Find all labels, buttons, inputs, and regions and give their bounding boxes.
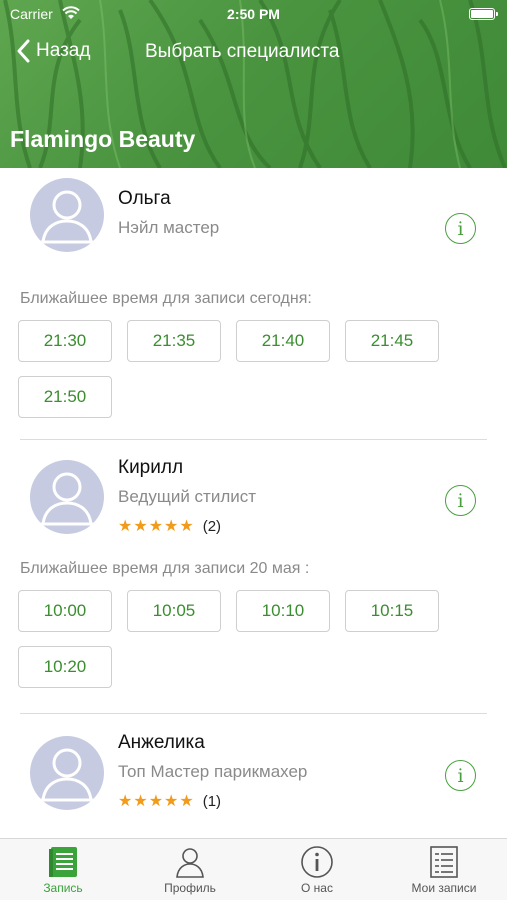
rating: ★★★★★ (2) (118, 516, 221, 536)
tab-label: Профиль (164, 881, 216, 895)
rating-count: (1) (202, 792, 222, 810)
avatar (30, 178, 104, 252)
person-placeholder-icon (40, 748, 94, 802)
info-icon[interactable]: i (445, 485, 476, 516)
specialist-card[interactable]: Анжелика Топ Мастер парикмахер ★★★★★ (1)… (0, 714, 507, 838)
profile-icon (176, 848, 204, 878)
specialist-name: Ольга (118, 188, 171, 209)
header: Carrier 2:50 PM Назад Выбрать специалист… (0, 0, 507, 168)
battery-icon (469, 8, 498, 20)
info-icon[interactable]: i (445, 760, 476, 791)
tab-about[interactable]: О нас (254, 839, 380, 900)
rating-stars: ★★★★★ (118, 793, 195, 810)
time-slot[interactable]: 21:45 (345, 320, 439, 362)
salon-name: Flamingo Beauty (10, 126, 196, 152)
time-slot[interactable]: 21:40 (236, 320, 330, 362)
tab-bar: Запись Профиль О нас Мои записи (0, 838, 507, 900)
time-slot[interactable]: 10:10 (236, 590, 330, 632)
status-bar: Carrier 2:50 PM (0, 0, 507, 30)
specialist-card[interactable]: Кирилл Ведущий стилист ★★★★★ (2) i Ближа… (0, 440, 507, 714)
list-icon (430, 846, 458, 878)
time-slot[interactable]: 10:15 (345, 590, 439, 632)
time-slot[interactable]: 10:05 (127, 590, 221, 632)
time-slot[interactable]: 10:00 (18, 590, 112, 632)
slots-label: Ближайшее время для записи 20 мая : (20, 560, 310, 577)
time-slot[interactable]: 21:50 (18, 376, 112, 418)
specialist-list[interactable]: Ольга Нэйл мастер i Ближайшее время для … (0, 168, 507, 838)
tab-label: О нас (301, 881, 333, 895)
avatar (30, 460, 104, 534)
tab-label: Мои записи (411, 881, 477, 895)
person-placeholder-icon (40, 190, 94, 244)
tab-my-bookings[interactable]: Мои записи (381, 839, 507, 900)
time-slot[interactable]: 21:35 (127, 320, 221, 362)
person-placeholder-icon (40, 472, 94, 526)
back-button[interactable]: Назад (16, 36, 90, 66)
specialist-role: Нэйл мастер (118, 218, 220, 237)
specialist-name: Кирилл (118, 457, 184, 478)
specialist-role: Ведущий стилист (118, 487, 257, 506)
status-time: 2:50 PM (227, 6, 280, 22)
specialist-card[interactable]: Ольга Нэйл мастер i Ближайшее время для … (0, 168, 507, 440)
specialist-name: Анжелика (118, 732, 205, 753)
avatar (30, 736, 104, 810)
tab-label: Запись (43, 881, 83, 895)
booking-icon (49, 847, 77, 877)
time-slot[interactable]: 10:20 (18, 646, 112, 688)
specialist-role: Топ Мастер парикмахер (118, 762, 308, 781)
rating: ★★★★★ (1) (118, 791, 221, 811)
slots-label: Ближайшее время для записи сегодня: (20, 290, 312, 307)
rating-stars: ★★★★★ (118, 518, 195, 535)
tab-profile[interactable]: Профиль (127, 839, 253, 900)
time-slot[interactable]: 21:30 (18, 320, 112, 362)
chevron-left-icon (17, 39, 30, 63)
rating-count: (2) (202, 517, 222, 535)
tab-booking[interactable]: Запись (0, 839, 126, 900)
page-title: Выбрать специалиста (145, 41, 340, 62)
info-icon (301, 846, 333, 878)
info-icon[interactable]: i (445, 213, 476, 244)
back-button-label: Назад (36, 40, 91, 61)
